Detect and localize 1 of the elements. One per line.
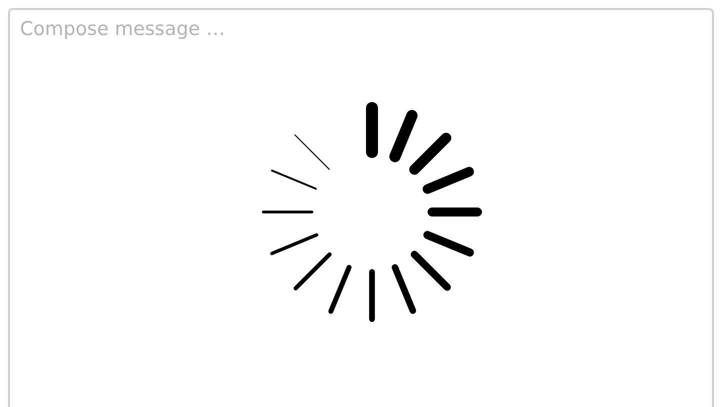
message-field[interactable]: Compose message … (8, 8, 714, 407)
